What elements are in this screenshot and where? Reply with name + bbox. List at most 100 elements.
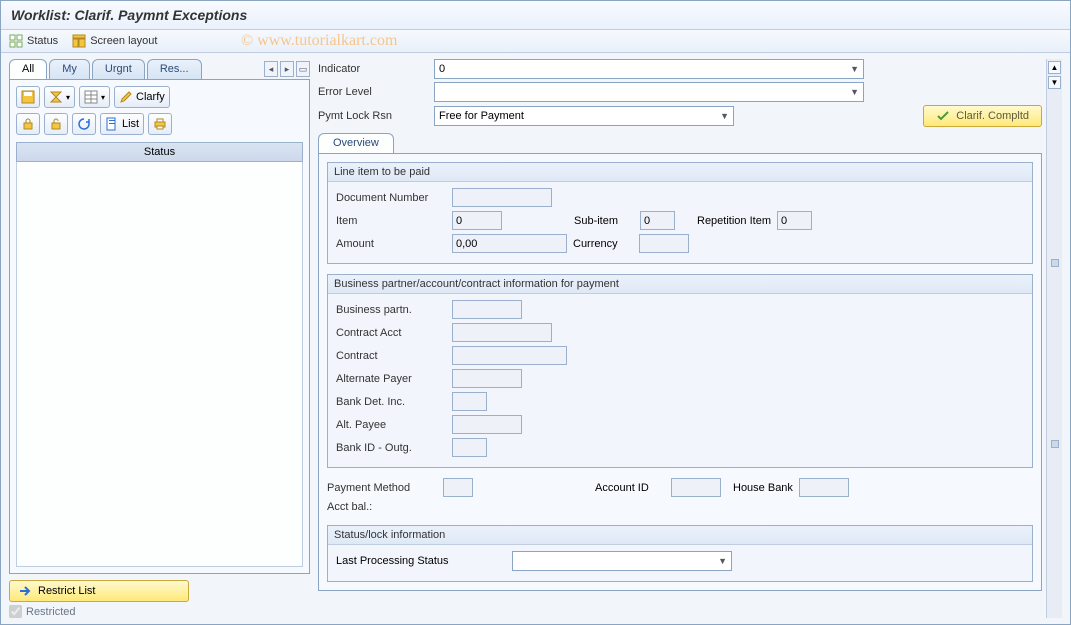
item-input[interactable]: [452, 211, 502, 230]
group-status-title: Status/lock information: [328, 526, 1032, 545]
menu-screen-layout-label: Screen layout: [90, 35, 157, 47]
amount-input[interactable]: [452, 234, 567, 253]
house-bank-label: House Bank: [733, 482, 793, 494]
bid-label: Bank ID - Outg.: [336, 442, 446, 454]
check-icon: [936, 109, 950, 123]
clarif-completed-button[interactable]: Clarif. Compltd: [923, 105, 1042, 127]
table-icon: [84, 90, 98, 104]
group-bp-title: Business partner/account/contract inform…: [328, 275, 1032, 294]
scroll-marker: [1051, 440, 1059, 448]
item-label: Item: [336, 215, 446, 227]
tab-prev-button[interactable]: ◂: [264, 61, 278, 77]
tab-next-button[interactable]: ▸: [280, 61, 294, 77]
bid-input[interactable]: [452, 438, 487, 457]
acct-bal-label: Acct bal.:: [327, 501, 437, 513]
scroll-down-button[interactable]: ▼: [1048, 76, 1061, 89]
menu-status-label: Status: [27, 35, 58, 47]
bd-label: Bank Det. Inc.: [336, 396, 446, 408]
lps-label: Last Processing Status: [336, 555, 506, 567]
ca-input[interactable]: [452, 323, 552, 342]
house-bank-input[interactable]: [799, 478, 849, 497]
grid-button[interactable]: ▾: [79, 86, 110, 108]
bd-input[interactable]: [452, 392, 487, 411]
unlock-button[interactable]: [44, 113, 68, 135]
indicator-value: 0: [439, 63, 445, 75]
currency-label: Currency: [573, 238, 633, 250]
currency-input[interactable]: [639, 234, 689, 253]
save-icon-button[interactable]: [16, 86, 40, 108]
restrict-list-button[interactable]: Restrict List: [9, 580, 189, 602]
lps-select[interactable]: ▼: [512, 551, 732, 571]
window-title: Worklist: Clarif. Paymnt Exceptions: [1, 1, 1070, 30]
error-level-select[interactable]: ▼: [434, 82, 864, 102]
save-icon: [21, 90, 35, 104]
pymt-lock-select[interactable]: Free for Payment ▼: [434, 106, 734, 126]
account-id-label: Account ID: [595, 482, 665, 494]
subitem-label: Sub-item: [574, 215, 634, 227]
bp-label: Business partn.: [336, 304, 446, 316]
chevron-down-icon: ▼: [850, 87, 859, 97]
ap-label: Alternate Payer: [336, 373, 446, 385]
menu-status[interactable]: Status: [9, 34, 58, 48]
scroll-up-button[interactable]: ▲: [1048, 61, 1061, 74]
amount-label: Amount: [336, 238, 446, 250]
lock-icon: [21, 117, 35, 131]
scroll-marker: [1051, 259, 1059, 267]
restricted-checkbox-row[interactable]: Restricted: [9, 605, 310, 618]
ap-input[interactable]: [452, 369, 522, 388]
co-label: Contract: [336, 350, 446, 362]
sigma-button[interactable]: ▾: [44, 86, 75, 108]
ca-label: Contract Acct: [336, 327, 446, 339]
clarfy-button[interactable]: Clarfy: [114, 86, 170, 108]
refresh-button[interactable]: [72, 113, 96, 135]
group-line-item-title: Line item to be paid: [328, 163, 1032, 182]
restricted-label: Restricted: [26, 606, 76, 618]
group-bp-account: Business partner/account/contract inform…: [327, 274, 1033, 468]
tab-urgnt[interactable]: Urgnt: [92, 59, 145, 79]
co-input[interactable]: [452, 346, 567, 365]
doc-number-input[interactable]: [452, 188, 552, 207]
list-button[interactable]: List: [100, 113, 144, 135]
tab-overview[interactable]: Overview: [318, 133, 394, 153]
worklist-listbox[interactable]: [16, 162, 303, 567]
restricted-checkbox[interactable]: [9, 605, 22, 618]
group-status-lock: Status/lock information Last Processing …: [327, 525, 1033, 582]
tab-all[interactable]: All: [9, 59, 47, 79]
sigma-icon: [49, 90, 63, 104]
pymt-lock-label: Pymt Lock Rsn: [318, 110, 428, 122]
alp-input[interactable]: [452, 415, 522, 434]
unlock-icon: [49, 117, 63, 131]
doc-number-label: Document Number: [336, 192, 446, 204]
refresh-icon: [77, 117, 91, 131]
right-pane: Indicator 0 ▼ Error Level ▼ Pymt Lock Rs…: [316, 53, 1070, 624]
arrow-right-icon: [18, 584, 32, 598]
print-icon: [153, 117, 167, 131]
chevron-down-icon: ▼: [850, 64, 859, 74]
repitem-label: Repetition Item: [697, 215, 771, 227]
indicator-select[interactable]: 0 ▼: [434, 59, 864, 79]
tab-list-button[interactable]: ▭: [296, 61, 310, 77]
left-pane: All My Urgnt Res... ◂ ▸ ▭ ▾ ▾ Clarfy Lis…: [1, 53, 316, 624]
watermark-text: © www.tutorialkart.com: [241, 32, 397, 50]
print-button[interactable]: [148, 113, 172, 135]
bp-input[interactable]: [452, 300, 522, 319]
doc-icon: [105, 117, 119, 131]
pymt-lock-value: Free for Payment: [439, 110, 524, 122]
error-level-label: Error Level: [318, 86, 428, 98]
payment-method-input[interactable]: [443, 478, 473, 497]
subitem-input[interactable]: [640, 211, 675, 230]
clarif-completed-label: Clarif. Compltd: [956, 110, 1029, 122]
menu-screen-layout[interactable]: Screen layout: [72, 34, 157, 48]
group-line-item: Line item to be paid Document Number Ite…: [327, 162, 1033, 264]
tab-my[interactable]: My: [49, 59, 90, 79]
layout-icon: [72, 34, 86, 48]
worklist-tabs: All My Urgnt Res... ◂ ▸ ▭: [9, 59, 310, 79]
account-id-input[interactable]: [671, 478, 721, 497]
lock-button[interactable]: [16, 113, 40, 135]
repitem-input[interactable]: [777, 211, 812, 230]
vertical-scrollbar[interactable]: ▲ ▼: [1046, 59, 1062, 618]
tab-res[interactable]: Res...: [147, 59, 202, 79]
payment-method-label: Payment Method: [327, 482, 437, 494]
chevron-down-icon: ▼: [720, 111, 729, 121]
restrict-list-label: Restrict List: [38, 585, 95, 597]
